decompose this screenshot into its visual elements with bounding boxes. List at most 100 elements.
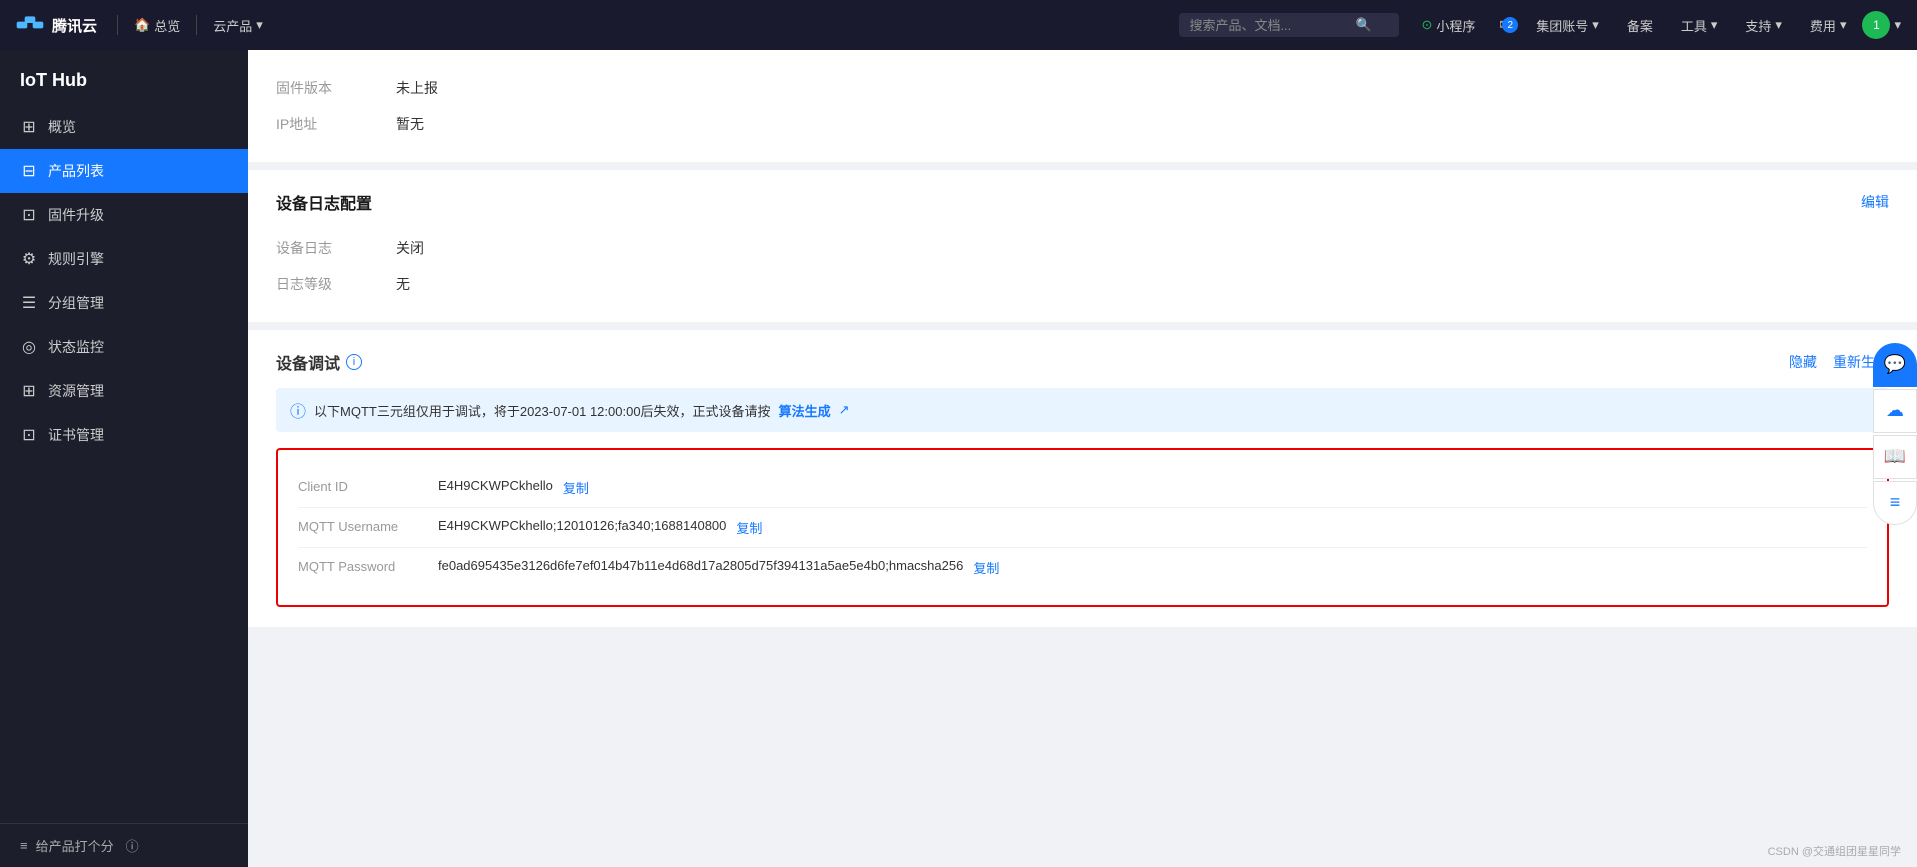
password-copy-btn[interactable]: 复制 [973, 558, 999, 577]
device-log-row: 设备日志 关闭 [276, 230, 1889, 266]
sidebar-item-monitor-label: 状态监控 [48, 337, 104, 357]
miniapp-btn[interactable]: ⊙ 小程序 [1411, 16, 1485, 35]
sidebar-item-resources[interactable]: ⊞ 资源管理 [0, 369, 248, 413]
sidebar-item-overview-label: 概览 [48, 117, 76, 137]
client-id-copy-btn[interactable]: 复制 [563, 478, 589, 497]
client-id-row: Client ID E4H9CKWPCkhello 复制 [298, 468, 1867, 508]
device-log-value: 关闭 [396, 238, 424, 258]
nav-account-label: 集团账号 [1536, 16, 1588, 35]
notification-btn[interactable]: ✉ 2 [1489, 17, 1520, 33]
nav-cloud[interactable]: 云产品 ▾ [201, 0, 275, 50]
sidebar: IoT Hub ⊞ 概览 ⊟ 产品列表 ⊡ 固件升级 ⚙ 规则引擎 ☰ 分组管理… [0, 50, 248, 867]
tools-chevron-icon: ▾ [1711, 17, 1718, 33]
support-chevron-icon: ▾ [1775, 17, 1782, 33]
group-icon: ☰ [20, 293, 38, 313]
product-list-icon: ⊟ [20, 161, 38, 181]
debug-algo-link[interactable]: 算法生成 [779, 401, 831, 420]
log-level-row: 日志等级 无 [276, 266, 1889, 302]
avatar-text: 1 [1873, 18, 1880, 32]
nav-home[interactable]: 🏠 总览 [122, 0, 192, 50]
billing-chevron-icon: ▾ [1840, 17, 1847, 33]
nav-tools-label: 工具 [1681, 16, 1707, 35]
nav-home-label: 总览 [154, 16, 180, 35]
nav-tools[interactable]: 工具 ▾ [1669, 0, 1730, 50]
firmware-label: 固件版本 [276, 78, 396, 98]
username-value: E4H9CKWPCkhello;12010126;fa340;168814080… [438, 518, 726, 533]
username-row: MQTT Username E4H9CKWPCkhello;12010126;f… [298, 508, 1867, 548]
chevron-down-icon: ▾ [256, 17, 263, 33]
sidebar-item-product-list[interactable]: ⊟ 产品列表 [0, 149, 248, 193]
cloud-icon: ☁ [1886, 400, 1904, 421]
nav-billing[interactable]: 费用 ▾ [1798, 0, 1859, 50]
notification-badge: 2 [1502, 17, 1518, 33]
nav-account[interactable]: 集团账号 ▾ [1524, 0, 1611, 50]
sidebar-bottom-rate[interactable]: ≡ 给产品打个分 ⓘ [0, 823, 248, 867]
username-copy-btn[interactable]: 复制 [736, 518, 762, 537]
sidebar-item-certs-label: 证书管理 [48, 425, 104, 445]
log-edit-btn[interactable]: 编辑 [1861, 192, 1889, 212]
debug-header: 设备调试 i 隐藏 重新生成 [276, 350, 1889, 374]
nav-support-label: 支持 [1745, 16, 1771, 35]
layout: IoT Hub ⊞ 概览 ⊟ 产品列表 ⊡ 固件升级 ⚙ 规则引擎 ☰ 分组管理… [0, 50, 1917, 867]
resources-icon: ⊞ [20, 381, 38, 401]
nav-divider-1 [117, 15, 118, 35]
search-input[interactable] [1189, 18, 1349, 33]
watermark: CSDN @交通组团星星同学 [1768, 843, 1901, 859]
avatar-chevron-icon: ▾ [1894, 17, 1901, 33]
overview-icon: ⊞ [20, 117, 38, 137]
logo-text: 腾讯云 [52, 15, 97, 36]
firmware-value: 未上报 [396, 78, 438, 98]
sidebar-item-certs[interactable]: ⊡ 证书管理 [0, 413, 248, 457]
miniapp-icon: ⊙ [1421, 17, 1432, 33]
device-log-section: 设备日志配置 编辑 设备日志 关闭 日志等级 无 [248, 170, 1917, 322]
nav-billing-label: 费用 [1810, 16, 1836, 35]
float-chat-btn[interactable]: 💬 [1873, 343, 1917, 387]
debug-info-icon[interactable]: i [346, 354, 362, 370]
ip-label: IP地址 [276, 114, 396, 134]
debug-info-text: 以下MQTT三元组仅用于调试，将于2023-07-01 12:00:00后失效，… [314, 401, 771, 420]
account-chevron-icon: ▾ [1592, 17, 1599, 33]
sidebar-item-firmware[interactable]: ⊡ 固件升级 [0, 193, 248, 237]
topnav-right: ⊙ 小程序 ✉ 2 集团账号 ▾ 备案 工具 ▾ 支持 ▾ 费用 ▾ 1 ▾ [1411, 0, 1901, 50]
debug-hide-btn[interactable]: 隐藏 [1789, 352, 1817, 372]
certs-icon: ⊡ [20, 425, 38, 445]
sidebar-title: IoT Hub [0, 50, 248, 105]
sidebar-item-overview[interactable]: ⊞ 概览 [0, 105, 248, 149]
external-link-icon: ↗ [839, 402, 850, 418]
nav-divider-2 [196, 15, 197, 35]
device-log-label: 设备日志 [276, 238, 396, 258]
device-debug-section: 设备调试 i 隐藏 重新生成 ⓘ 以下MQTT三元组仅用于调试，将于2023-0… [248, 330, 1917, 627]
password-value: fe0ad695435e3126d6fe7ef014b47b11e4d68d17… [438, 558, 963, 573]
home-icon: 🏠 [134, 17, 150, 33]
float-book-btn[interactable]: 📖 [1873, 435, 1917, 479]
rate-icon: ≡ [20, 838, 28, 853]
nav-support[interactable]: 支持 ▾ [1733, 0, 1794, 50]
sidebar-item-group[interactable]: ☰ 分组管理 [0, 281, 248, 325]
search-bar[interactable]: 🔍 [1179, 13, 1399, 37]
sidebar-item-product-label: 产品列表 [48, 161, 104, 181]
float-menu-btn[interactable]: ≡ [1873, 481, 1917, 525]
debug-info-bar: ⓘ 以下MQTT三元组仅用于调试，将于2023-07-01 12:00:00后失… [276, 388, 1889, 432]
main-content: 固件版本 未上报 IP地址 暂无 设备日志配置 编辑 设备日志 关闭 日志等级 … [248, 50, 1917, 867]
ip-row: IP地址 暂无 [276, 106, 1889, 142]
client-id-label: Client ID [298, 478, 438, 494]
rate-info-icon: ⓘ [126, 836, 139, 855]
sidebar-item-monitor[interactable]: ◎ 状态监控 [0, 325, 248, 369]
nav-beian[interactable]: 备案 [1615, 0, 1665, 50]
miniapp-label: 小程序 [1436, 16, 1475, 35]
sidebar-item-resources-label: 资源管理 [48, 381, 104, 401]
sidebar-item-rules[interactable]: ⚙ 规则引擎 [0, 237, 248, 281]
user-avatar[interactable]: 1 [1862, 11, 1890, 39]
monitor-icon: ◎ [20, 337, 38, 357]
debug-info-icon-circle: ⓘ [290, 398, 306, 422]
password-label: MQTT Password [298, 558, 438, 574]
device-basic-info: 固件版本 未上报 IP地址 暂无 [248, 50, 1917, 162]
logo[interactable]: 腾讯云 [16, 15, 97, 36]
debug-title: 设备调试 [276, 350, 340, 374]
log-section-header: 设备日志配置 编辑 [276, 190, 1889, 214]
rules-icon: ⚙ [20, 249, 38, 269]
log-level-label: 日志等级 [276, 274, 396, 294]
float-cloud-btn[interactable]: ☁ [1873, 389, 1917, 433]
book-icon: 📖 [1884, 446, 1906, 467]
client-id-value: E4H9CKWPCkhello [438, 478, 553, 493]
